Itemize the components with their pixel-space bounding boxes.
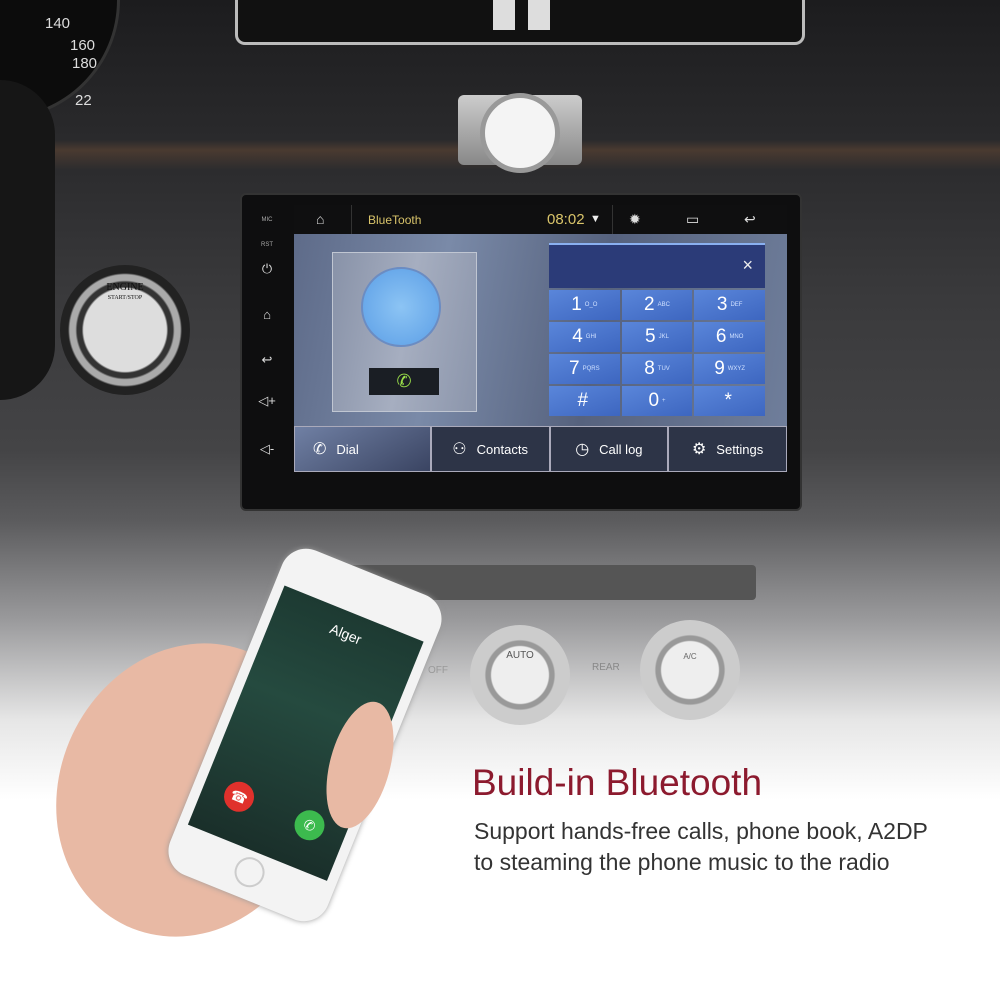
dialpad-key[interactable]: 9 WXYZ (694, 354, 765, 384)
status-bar: ⌂ BlueTooth 08:02 ▼ ✹ ▭ ↩ (294, 205, 787, 234)
engine-label: ENGINE (106, 282, 144, 293)
back-icon[interactable]: ↩ (242, 352, 292, 368)
phone-icon: ✆ (313, 441, 327, 458)
key-digit: # (577, 390, 589, 411)
key-digit: 4 (572, 326, 583, 347)
tab-call-log[interactable]: ◷ Call log (549, 426, 669, 472)
dialpad-key[interactable]: * (694, 386, 765, 416)
air-vent (235, 0, 805, 45)
key-letters: WXYZ (727, 366, 746, 372)
key-letters: + (662, 398, 666, 404)
accept-call-icon[interactable]: ✆ (289, 805, 330, 845)
tab-label: Settings (716, 441, 764, 457)
rear-defrost-label: REAR (592, 662, 620, 673)
off-label: OFF (428, 665, 448, 676)
decline-call-icon[interactable]: ☎ (219, 777, 259, 817)
tab-label: Dial (336, 441, 359, 457)
clock-icon: ◷ (575, 441, 590, 458)
key-digit: 0 (648, 390, 660, 411)
gauge-tick: 160 (70, 37, 96, 54)
home-icon[interactable]: ⌂ (242, 307, 292, 322)
auto-knob[interactable]: AUTO (470, 625, 570, 725)
headline: Build-in Bluetooth (472, 762, 763, 803)
bottom-tabs: ✆ Dial ⚇ Contacts ◷ Call log ⚙ Settings (294, 426, 787, 472)
key-letters: JKL (658, 334, 669, 340)
analog-clock (458, 93, 582, 173)
gauge-tick: 180 (72, 55, 98, 72)
dialpad-key[interactable]: 1 O_O (549, 290, 620, 320)
volume-up-icon[interactable]: ◁+ (242, 393, 292, 409)
number-display[interactable]: × (549, 243, 765, 288)
tab-settings[interactable]: ⚙ Settings (668, 426, 787, 472)
key-letters: O_O (584, 302, 598, 308)
person-icon: ⚇ (452, 441, 467, 458)
dialpad-key[interactable]: # (549, 386, 620, 416)
volume-down-icon[interactable]: ◁- (242, 441, 292, 457)
contact-card: ✆ (332, 252, 477, 412)
gear-icon: ⚙ (691, 441, 707, 458)
key-digit: 3 (716, 294, 728, 315)
home-button[interactable] (230, 852, 270, 892)
contact-avatar (361, 267, 441, 347)
key-letters: ABC (657, 302, 670, 308)
description-line: to steaming the phone music to the radio (474, 849, 890, 875)
call-button[interactable]: ✆ (369, 368, 439, 395)
tab-label: Call log (599, 441, 643, 457)
side-buttons: MIC RST ⏻ ⌂ ↩ ◁+ ◁- (242, 195, 292, 509)
brightness-icon[interactable]: ✹ (629, 211, 641, 228)
key-letters: MNO (729, 334, 744, 340)
wifi-icon: ▼ (590, 213, 601, 225)
key-digit: 8 (644, 358, 655, 379)
dialpad-key[interactable]: 2 ABC (621, 290, 693, 320)
power-icon[interactable]: ⏻ (242, 261, 292, 277)
dialpad-key[interactable]: 4 GHI (549, 322, 620, 352)
clock-time: 08:02 (547, 211, 585, 228)
start-stop-label: START/STOP (107, 295, 143, 301)
dialpad: × 1 O_O 2 ABC 3 DEF 4 GHI 5 JKL 6 MNO 7 PQRS 8 TUV 9 WXYZ… (549, 243, 765, 416)
key-digit: 5 (645, 326, 656, 347)
caller-name: Alger (327, 620, 364, 648)
tab-dial[interactable]: ✆ Dial (294, 426, 431, 472)
dialpad-key[interactable]: 5 JKL (621, 322, 693, 352)
engine-start-button[interactable]: ENGINE START/STOP (60, 265, 190, 395)
key-letters: PQRS (582, 366, 600, 372)
key-digit: 1 (571, 294, 582, 315)
tab-label: Contacts (476, 441, 528, 457)
key-letters: DEF (730, 302, 743, 308)
ac-knob[interactable]: A/C (640, 620, 740, 720)
key-digit: * (724, 390, 732, 411)
dialpad-key[interactable]: 6 MNO (694, 322, 765, 352)
head-unit: MIC RST ⏻ ⌂ ↩ ◁+ ◁- ⌂ BlueTooth 08:02 ▼ … (240, 193, 802, 511)
ac-label: A/C (683, 652, 697, 661)
key-digit: 6 (715, 326, 727, 347)
dialpad-key[interactable]: 3 DEF (694, 290, 765, 320)
gauge-tick: 22 (75, 92, 92, 109)
auto-label: AUTO (506, 650, 534, 661)
recent-apps-icon[interactable]: ▭ (686, 211, 699, 228)
home-outline-icon[interactable]: ⌂ (316, 211, 324, 227)
tab-contacts[interactable]: ⚇ Contacts (430, 426, 550, 472)
dialpad-key[interactable]: 0 + (621, 386, 693, 416)
key-digit: 2 (644, 294, 655, 315)
mic-label: MIC (261, 217, 273, 223)
gauge-tick: 140 (45, 15, 71, 32)
key-digit: 7 (569, 358, 580, 379)
touchscreen: ⌂ BlueTooth 08:02 ▼ ✹ ▭ ↩ ✆ × 1 O_O 2 ABC 3 D… (294, 205, 787, 472)
back-arrow-icon[interactable]: ↩ (744, 211, 756, 228)
dialpad-key[interactable]: 7 PQRS (549, 354, 620, 384)
app-title: BlueTooth (368, 213, 422, 227)
dialpad-key[interactable]: 8 TUV (621, 354, 693, 384)
clear-button[interactable]: × (742, 255, 753, 276)
description-line: Support hands-free calls, phone book, A2… (474, 818, 928, 844)
key-letters: TUV (657, 366, 670, 372)
reset-button[interactable]: RST (242, 242, 292, 248)
key-digit: 9 (714, 358, 725, 379)
key-letters: GHI (585, 334, 597, 340)
steering-wheel (0, 80, 55, 400)
